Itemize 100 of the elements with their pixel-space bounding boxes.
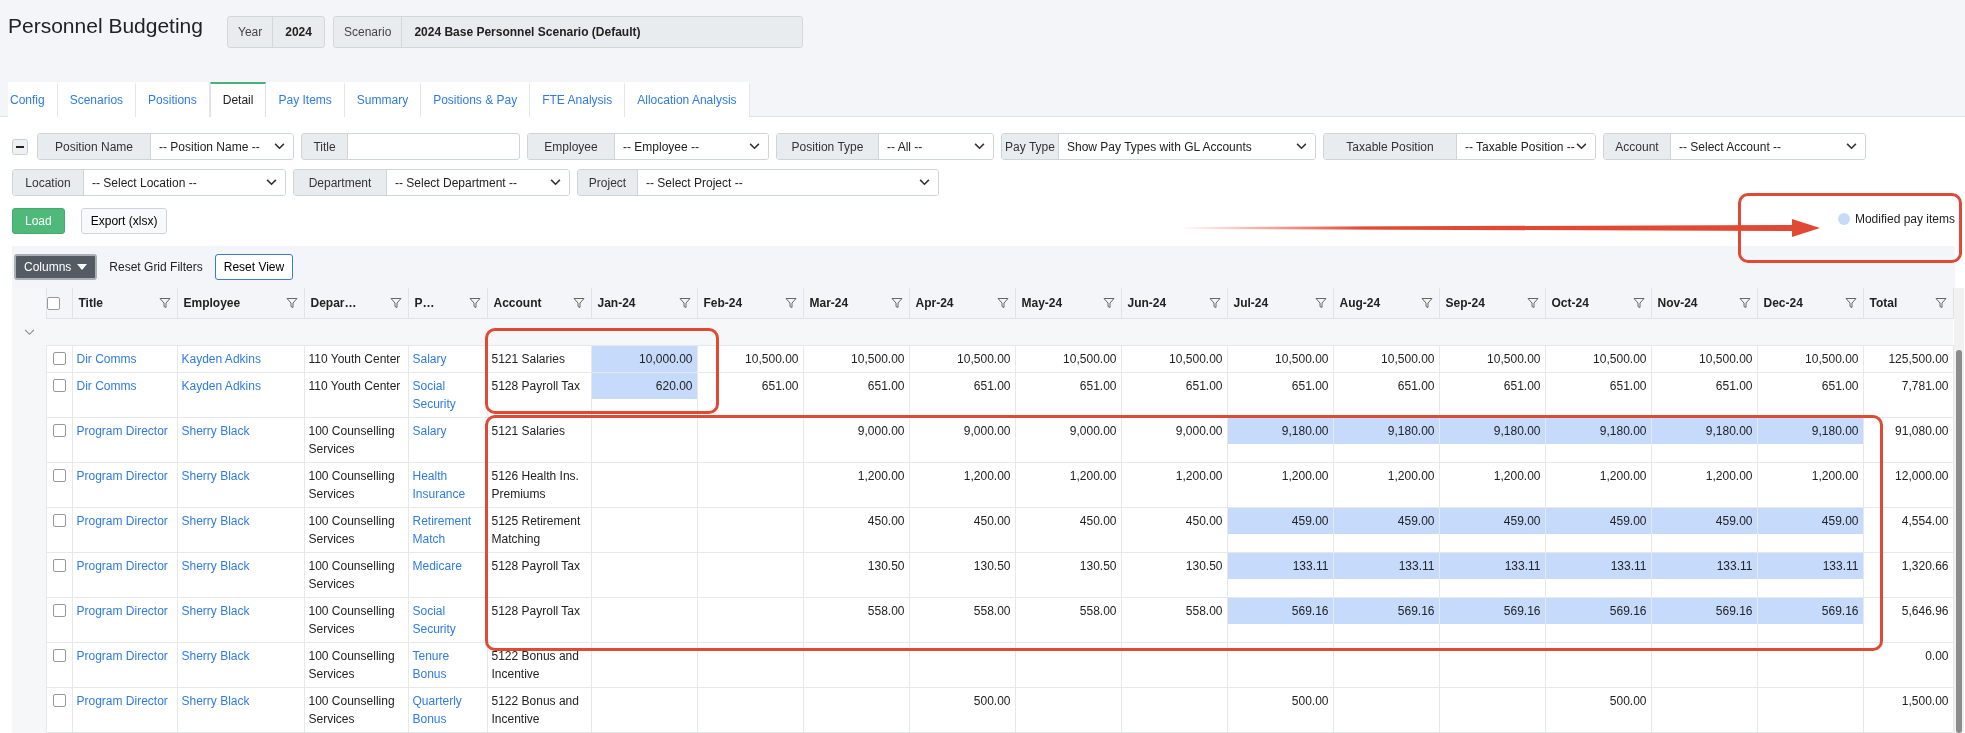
filter-icon[interactable] — [1738, 297, 1751, 309]
chevron-icon[interactable] — [266, 179, 277, 186]
pay-item-link[interactable]: Health Insurance — [408, 463, 487, 507]
filter-icon[interactable] — [784, 297, 797, 309]
pay-item-link[interactable]: Retirement Match — [408, 508, 487, 552]
filter-icon[interactable] — [1420, 297, 1433, 309]
column-header[interactable]: Mar-24 — [809, 296, 849, 310]
filter-icon[interactable] — [468, 297, 481, 309]
amount-cell: 10,500.00 — [909, 345, 1015, 373]
column-header[interactable]: Total — [1869, 296, 1898, 310]
chevron-icon[interactable] — [749, 143, 760, 150]
pay-item-link[interactable]: Social Security — [408, 373, 487, 417]
tab[interactable]: Detail — [209, 82, 267, 117]
amount-cell: 9,180.00 — [1439, 417, 1545, 463]
pay-item-link[interactable]: Salary — [408, 346, 487, 372]
filter-label: Title — [301, 133, 348, 160]
amount-cell: 133.11 — [1333, 552, 1439, 598]
column-header[interactable]: Oct-24 — [1551, 296, 1589, 310]
pay-item-link[interactable]: Social Security — [408, 598, 487, 642]
context-field[interactable]: Scenario 2024 Base Personnel Scenario (Default) — [333, 16, 803, 48]
amount-cell: 133.11 — [1439, 552, 1545, 598]
row-checkbox[interactable] — [52, 694, 66, 708]
filter-input[interactable] — [348, 133, 520, 160]
total-cell-text: 7,781.00 — [1900, 378, 1950, 395]
caret-icon[interactable] — [77, 264, 88, 270]
amount-cell: 459.00 — [1651, 507, 1757, 553]
column-header[interactable]: Aug-24 — [1339, 296, 1381, 310]
amount-cell: 1,200.00 — [1015, 462, 1121, 508]
select-all-checkbox[interactable] — [46, 297, 60, 311]
scrollbar[interactable] — [1953, 288, 1964, 733]
filter-icon[interactable] — [996, 297, 1009, 309]
chevron-icon[interactable] — [919, 179, 930, 186]
filter-icon[interactable] — [389, 297, 402, 309]
load-button[interactable]: Load — [12, 208, 65, 234]
amount-cell: 450.00 — [1015, 507, 1121, 553]
filter-icon[interactable] — [1314, 297, 1327, 309]
column-header[interactable]: Jan-24 — [597, 296, 636, 310]
row-checkbox[interactable] — [52, 649, 66, 663]
total-cell-text: 12,000.00 — [1894, 468, 1950, 485]
row-checkbox[interactable] — [52, 352, 66, 366]
column-header[interactable]: Jul-24 — [1233, 296, 1269, 310]
filter-icon[interactable] — [1102, 297, 1115, 309]
chevron-icon[interactable] — [974, 143, 985, 150]
columns-button[interactable]: Columns — [14, 254, 98, 280]
tab[interactable]: Scenarios — [57, 82, 137, 117]
filter-icon[interactable] — [158, 297, 171, 309]
row-checkbox[interactable] — [52, 604, 66, 618]
title-link[interactable]: Dir Comms — [72, 346, 177, 372]
filter-icon[interactable] — [1208, 297, 1221, 309]
chevron-icon[interactable] — [550, 179, 561, 186]
filter-icon[interactable] — [1844, 297, 1857, 309]
reset-view-button[interactable]: Reset View — [214, 254, 294, 280]
column-header[interactable]: P… — [414, 296, 435, 310]
column-header[interactable]: Sep-24 — [1445, 296, 1485, 310]
filter-icon[interactable] — [1526, 297, 1539, 309]
column-header[interactable]: Title — [78, 296, 103, 310]
amount-cell: 1,200.00 — [909, 462, 1015, 508]
amount-cell: 9,180.00 — [1651, 417, 1757, 463]
column-header[interactable]: Feb-24 — [703, 296, 743, 310]
column-header[interactable]: Nov-24 — [1657, 296, 1698, 310]
employee-link[interactable]: Kayden Adkins — [177, 346, 304, 372]
amount-cell: 130.50 — [909, 552, 1015, 598]
collapse-icon[interactable] — [12, 139, 28, 155]
export-button[interactable]: Export (xlsx) — [80, 208, 168, 234]
filter-icon[interactable] — [1632, 297, 1645, 309]
chevron-icon[interactable] — [1576, 143, 1587, 150]
filter-icon[interactable] — [1934, 297, 1947, 309]
filter-label: Location — [13, 170, 84, 195]
amount-cell: 9,000.00 — [1015, 417, 1121, 463]
column-header[interactable]: May-24 — [1021, 296, 1063, 310]
filter-icon[interactable] — [572, 297, 585, 309]
tab[interactable]: Pay Items — [266, 82, 345, 117]
column-header[interactable]: Dec-24 — [1763, 296, 1803, 310]
filter-icon[interactable] — [285, 297, 298, 309]
tab[interactable]: FTE Analysis — [530, 82, 626, 117]
amount-cell: 569.16 — [1333, 597, 1439, 643]
pay-item-link[interactable]: Tenure Bonus — [408, 643, 487, 687]
tab[interactable]: Summary — [344, 82, 422, 117]
column-header[interactable]: Jun-24 — [1127, 296, 1167, 310]
tab[interactable]: Positions — [136, 82, 210, 117]
reset-filters-button[interactable]: Reset Grid Filters — [105, 260, 207, 274]
tab[interactable]: Config — [8, 82, 58, 117]
chevron-icon[interactable] — [274, 143, 285, 150]
row-checkbox[interactable] — [52, 424, 66, 438]
pay-item-link[interactable]: Quarterly Bonus — [408, 688, 487, 732]
row-checkbox[interactable] — [52, 559, 66, 573]
context-field[interactable]: Year 2024 — [227, 16, 325, 48]
row-checkbox[interactable] — [52, 514, 66, 528]
amount-cell: 500.00 — [909, 687, 1015, 733]
row-checkbox[interactable] — [52, 469, 66, 483]
row-checkbox[interactable] — [52, 379, 66, 393]
filter-icon[interactable] — [678, 297, 691, 309]
amount-cell: 10,500.00 — [697, 345, 803, 373]
tab[interactable]: Positions & Pay — [421, 82, 531, 117]
chevron-icon[interactable] — [1846, 143, 1857, 150]
tab[interactable]: Allocation Analysis — [625, 82, 750, 117]
filter-icon[interactable] — [890, 297, 903, 309]
amount-cell: 459.00 — [1545, 507, 1651, 553]
chevron-icon[interactable] — [1296, 143, 1307, 150]
column-header[interactable]: Apr-24 — [915, 296, 954, 310]
